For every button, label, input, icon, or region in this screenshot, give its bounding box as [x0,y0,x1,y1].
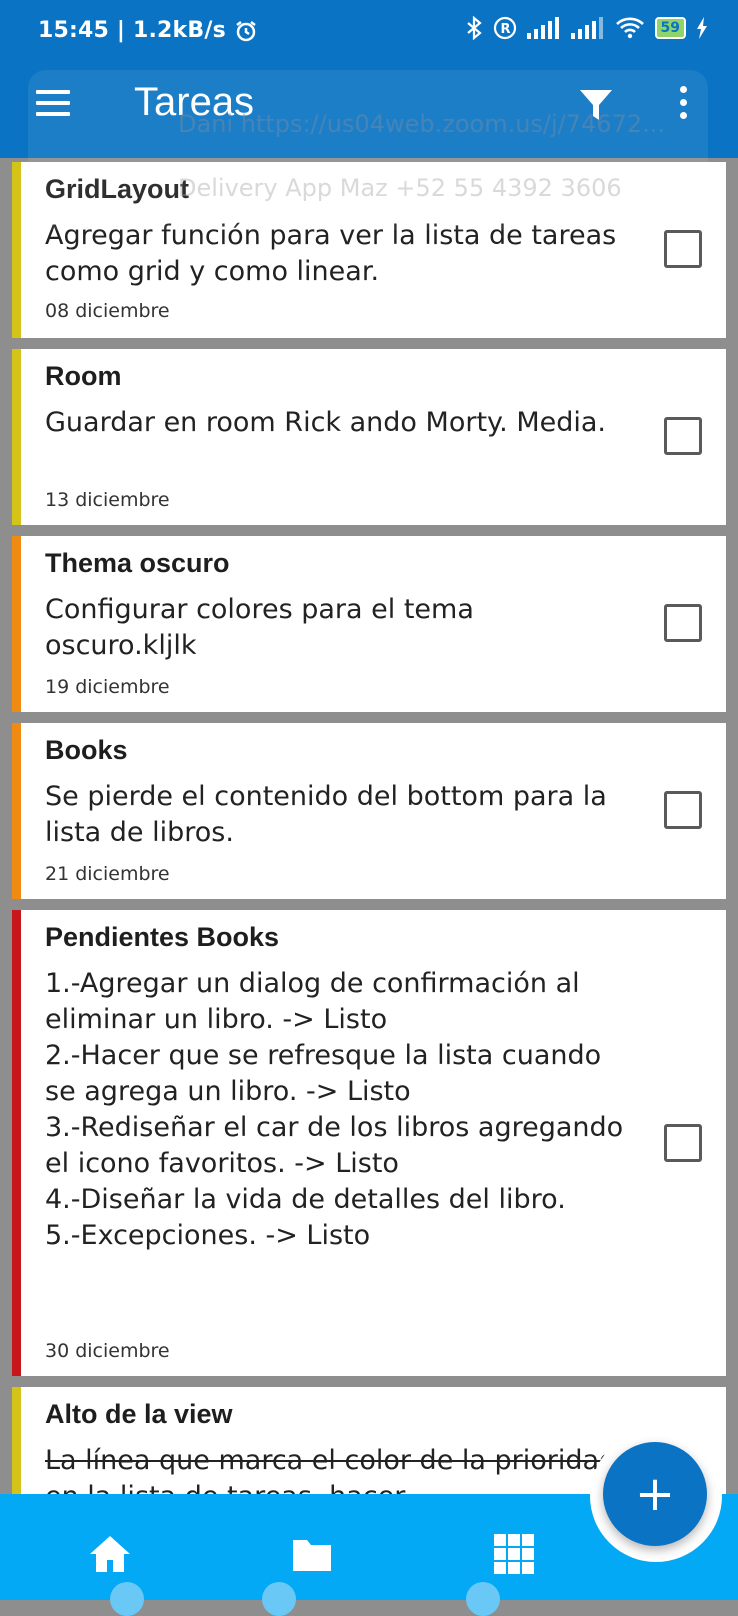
task-description: Guardar en room Rick ando Morty. Media. [45,407,607,438]
task-card[interactable]: Thema oscuro Configurar colores para el … [12,536,726,712]
task-card[interactable]: Pendientes Books 1.-Agregar un dialog de… [12,910,726,1376]
folder-icon[interactable] [290,1532,334,1576]
nav-indicator [110,1582,144,1616]
task-checkbox[interactable] [664,791,702,829]
add-task-button[interactable]: + [603,1442,707,1546]
roaming-icon: R [493,16,516,40]
task-date: 30 diciembre [45,1340,170,1362]
task-checkbox[interactable] [664,1124,702,1162]
nav-indicator [262,1582,296,1616]
grid-icon[interactable] [492,1532,536,1576]
more-options-icon[interactable] [675,86,691,122]
task-checkbox[interactable] [664,230,702,268]
task-title: Thema oscuro [45,548,230,578]
wifi-icon [615,17,644,39]
charging-icon [697,17,707,39]
task-card[interactable]: Books Se pierde el contenido del bottom … [12,723,726,899]
app-bar: Tareas [0,66,738,158]
task-title: Books [45,735,128,765]
task-checkbox[interactable] [664,604,702,642]
task-title: Pendientes Books [45,922,280,952]
task-date: 08 diciembre [45,300,170,322]
task-title: Alto de la view [45,1399,233,1429]
signal-icon [526,17,559,39]
page-title: Tareas [134,80,255,124]
status-time-text: 15:45 | 1.2kB/s [38,18,226,43]
filter-icon[interactable] [578,88,614,122]
task-description: Se pierde el contenido del bottom para l… [45,781,607,848]
menu-icon[interactable] [36,90,70,116]
task-date: 19 diciembre [45,676,170,698]
bluetooth-icon [466,16,482,40]
home-icon[interactable] [88,1532,132,1576]
task-checkbox[interactable] [664,417,702,455]
task-card[interactable]: GridLayout Agregar función para ver la l… [12,162,726,338]
task-title: Room [45,361,122,391]
signal-2-icon [570,17,603,39]
task-card[interactable]: Room Guardar en room Rick ando Morty. Me… [12,349,726,525]
task-date: 21 diciembre [45,863,170,885]
task-description: 1.-Agregar un dialog de confirmación al … [45,968,624,1251]
task-description: Configurar colores para el tema oscuro.k… [45,594,474,661]
task-title: GridLayout [45,174,190,204]
status-icons: R 59 [465,16,708,40]
alarm-icon [236,20,256,41]
task-description: Agregar función para ver la lista de tar… [45,220,617,287]
status-bar: 15:45 | 1.2kB/s R 59 [0,0,738,66]
task-list: GridLayout Agregar función para ver la l… [12,162,726,1538]
battery-level: 59 [654,17,686,39]
svg-text:R: R [500,22,510,37]
task-date: 13 diciembre [45,489,170,511]
nav-indicator [466,1582,500,1616]
status-time-speed: 15:45 | 1.2kB/s [38,18,258,43]
